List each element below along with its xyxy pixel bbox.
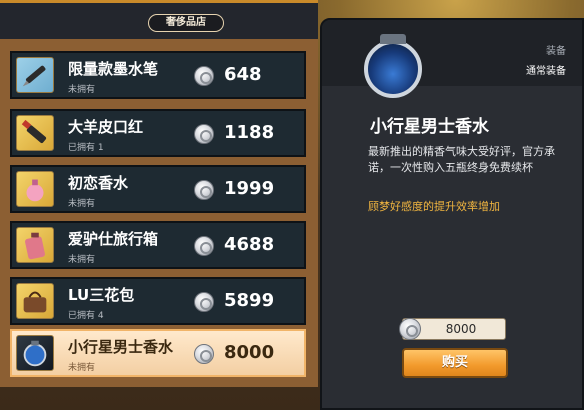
item-owned-status: 未拥有	[68, 255, 96, 265]
shop-list: 限量款墨水笔 未拥有 648 大羊皮口红 已拥有 1 1188 初恋香水 未拥有…	[0, 39, 318, 387]
mens-perfume-icon	[16, 335, 54, 371]
item-price: 1999	[224, 178, 275, 199]
item-name: 小行星男士香水	[68, 338, 174, 356]
item-owned-status: 未拥有	[68, 363, 96, 373]
item-price: 1188	[224, 122, 275, 143]
buy-button[interactable]: 购买	[402, 348, 508, 378]
pen-icon	[16, 57, 54, 93]
purchase-price: 8000	[445, 322, 477, 336]
coin-icon	[194, 66, 214, 86]
item-effect: 顾梦好感度的提升效率增加	[368, 200, 500, 213]
item-name: 爱驴仕旅行箱	[68, 230, 159, 248]
lipstick-icon	[16, 115, 54, 151]
item-name: 大羊皮口红	[68, 118, 144, 136]
item-price: 5899	[224, 290, 275, 311]
item-name: 初恋香水	[68, 174, 129, 192]
item-owned-status: 未拥有	[68, 199, 96, 209]
item-price: 8000	[224, 342, 275, 363]
coin-icon	[194, 292, 214, 312]
item-title: 小行星男士香水	[370, 117, 489, 137]
shop-item-pen[interactable]: 限量款墨水笔 未拥有 648	[10, 51, 306, 99]
shop-item-mens-perfume[interactable]: 小行星男士香水 未拥有 8000	[10, 329, 306, 377]
item-owned-status: 已拥有 4	[68, 311, 104, 321]
shop-item-handbag[interactable]: LU三花包 已拥有 4 5899	[10, 277, 306, 325]
handbag-icon	[16, 283, 54, 319]
item-price: 648	[224, 64, 262, 85]
coin-icon	[194, 124, 214, 144]
item-price: 4688	[224, 234, 275, 255]
item-name: 限量款墨水笔	[68, 60, 159, 78]
item-slot: 通常装备	[526, 66, 566, 77]
shop-item-lipstick[interactable]: 大羊皮口红 已拥有 1 1188	[10, 109, 306, 157]
item-category: 装备	[546, 46, 566, 57]
item-owned-status: 已拥有 1	[68, 143, 104, 153]
coin-icon	[194, 236, 214, 256]
shop-panel: 限量款墨水笔 未拥有 648 大羊皮口红 已拥有 1 1188 初恋香水 未拥有…	[0, 0, 318, 387]
perfume-icon	[16, 171, 54, 207]
item-name: LU三花包	[68, 286, 135, 304]
coin-icon	[194, 344, 214, 364]
shop-item-suitcase[interactable]: 爱驴仕旅行箱 未拥有 4688	[10, 221, 306, 269]
item-owned-status: 未拥有	[68, 85, 96, 95]
shop-title: 奢侈品店	[148, 14, 224, 32]
item-detail-panel: 装备 通常装备 小行星男士香水 最新推出的精香气味大受好评，官方承诺，一次性购入…	[320, 18, 584, 410]
mens-perfume-icon	[364, 34, 422, 98]
suitcase-icon	[16, 227, 54, 263]
shop-item-perfume[interactable]: 初恋香水 未拥有 1999	[10, 165, 306, 213]
item-description: 最新推出的精香气味大受好评，官方承诺，一次性购入五瓶终身免费续杯	[368, 145, 555, 174]
purchase-price-box: 8000	[399, 318, 506, 340]
coin-icon	[194, 180, 214, 200]
